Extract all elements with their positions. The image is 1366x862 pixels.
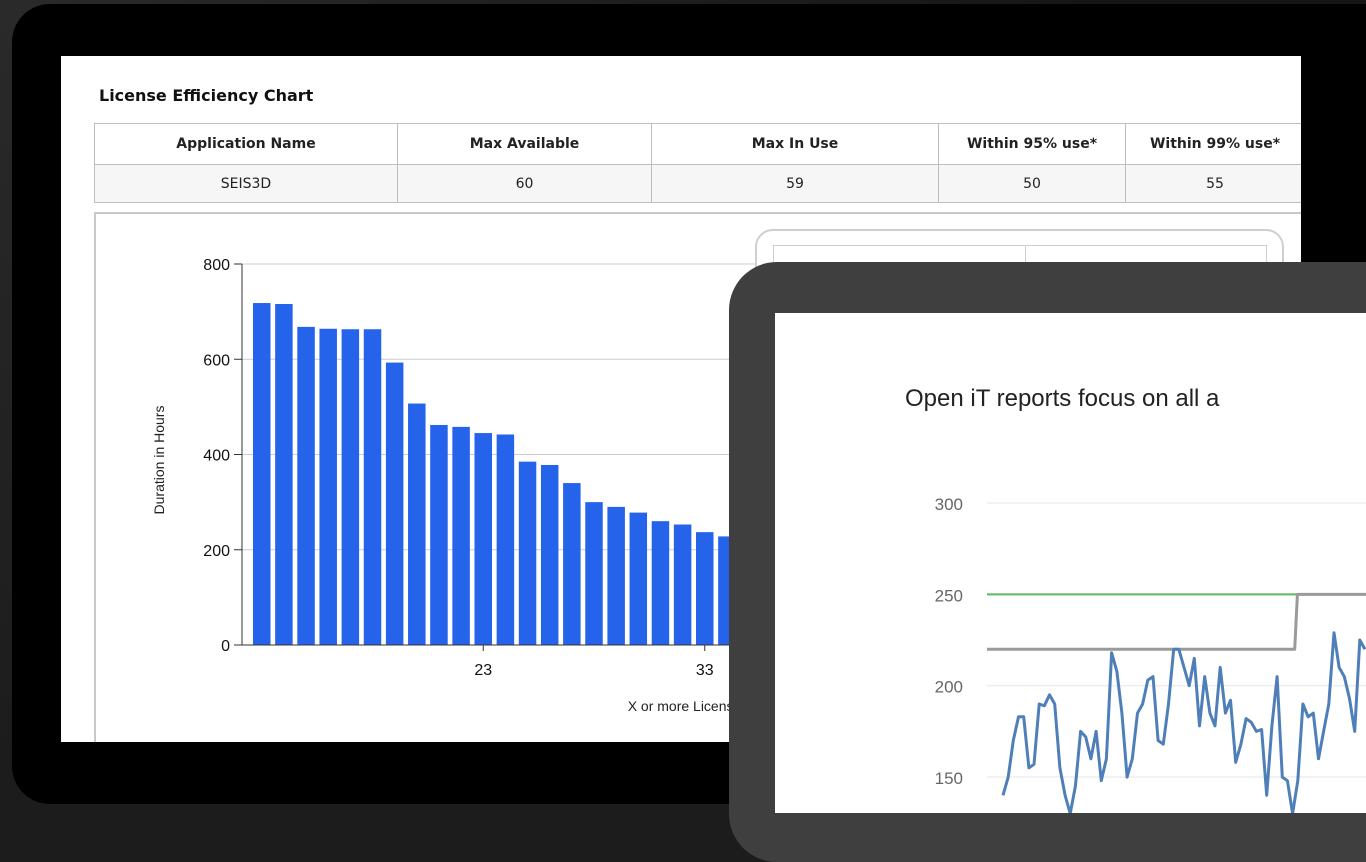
bar — [408, 403, 426, 645]
y-tick-label: 600 — [203, 352, 230, 369]
col-application-name: Application Name — [94, 123, 398, 165]
bar — [673, 524, 692, 645]
bar — [629, 512, 648, 645]
y-tick-label: 300 — [935, 495, 963, 514]
y-tick-label: 800 — [203, 257, 230, 274]
report-title: License Efficiency Chart — [99, 86, 314, 105]
bar — [696, 532, 714, 645]
bar — [496, 434, 515, 645]
table-row: SEIS3D 60 59 50 55 — [94, 164, 1301, 203]
front-report-title: Open iT reports focus on all a — [905, 385, 1220, 412]
y-tick-label: 200 — [203, 543, 230, 560]
license-efficiency-table: Application Name Max Available Max In Us… — [94, 123, 1301, 203]
bar — [253, 303, 271, 645]
y-tick-label: 0 — [221, 638, 230, 655]
bar — [430, 424, 448, 645]
cell-within-95: 50 — [938, 164, 1126, 203]
bar — [385, 362, 404, 645]
front-tablet-screen: Open iT reports focus on all a 150 200 250… — [775, 313, 1366, 813]
cell-max-in-use: 59 — [651, 164, 939, 203]
x-tick-label: 23 — [474, 662, 492, 679]
cell-within-99: 55 — [1125, 164, 1301, 203]
bar — [585, 502, 603, 645]
bar — [607, 506, 625, 645]
bar — [319, 328, 337, 645]
bar — [651, 521, 670, 645]
bar — [540, 464, 559, 645]
series-line-gray — [987, 592, 1366, 651]
y-axis-label: Duration in Hours — [151, 406, 167, 515]
bar — [563, 483, 581, 645]
col-max-in-use: Max In Use — [651, 123, 939, 165]
bar — [452, 426, 470, 645]
series-line-blue — [1001, 631, 1366, 813]
y-tick-label: 400 — [203, 448, 230, 465]
bar — [363, 329, 382, 645]
cell-max-available: 60 — [397, 164, 652, 203]
bar — [275, 304, 293, 645]
y-tick-label: 150 — [935, 769, 963, 788]
col-max-available: Max Available — [397, 123, 652, 165]
bar — [341, 329, 360, 645]
col-within-95: Within 95% use* — [938, 123, 1126, 165]
y-tick-label: 200 — [935, 678, 963, 697]
y-tick-label: 250 — [935, 586, 963, 605]
bar — [297, 326, 315, 645]
cell-application-name: SEIS3D — [94, 164, 398, 203]
bar — [518, 461, 537, 645]
bar — [474, 433, 492, 645]
col-within-99: Within 99% use* — [1125, 123, 1301, 165]
x-tick-label: 33 — [696, 662, 714, 679]
